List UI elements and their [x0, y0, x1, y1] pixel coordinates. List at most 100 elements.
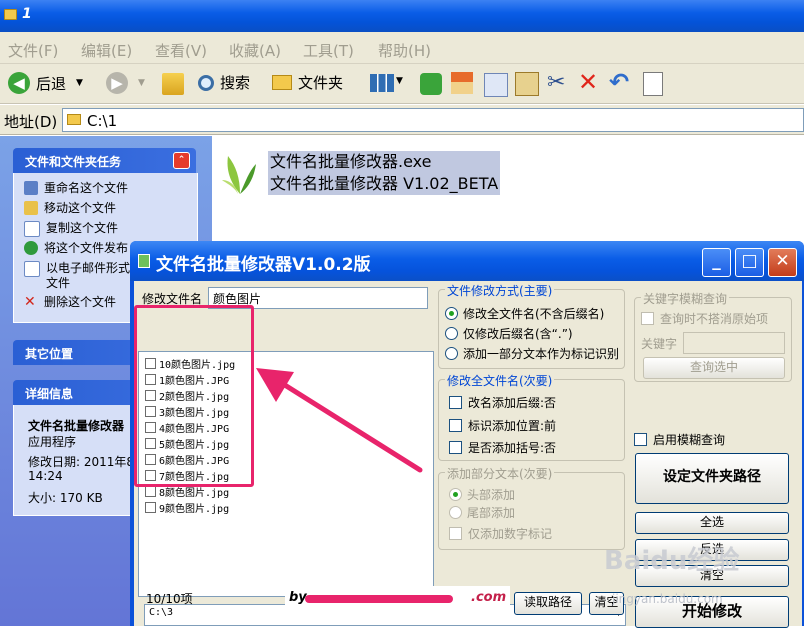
partial-text-group: 添加部分文本(次要) 头部添加 尾部添加 仅添加数字标记 [438, 465, 625, 550]
checkbox-match-original[interactable]: 查询时不搭消原始项 [641, 310, 768, 327]
checkbox-position[interactable]: 标识添加位置:前 [449, 417, 556, 434]
delete-icon[interactable]: ✕ [578, 68, 598, 96]
radio-extension-only[interactable]: 仅修改后缀名(含“.”) [445, 325, 573, 342]
checkbox-box [449, 419, 462, 432]
task-rename[interactable]: 重命名这个文件 [24, 181, 128, 196]
selected-file[interactable]: 文件名批量修改器.exe 文件名批量修改器 V1.02_BETA [268, 151, 501, 195]
up-folder-icon[interactable] [162, 73, 184, 95]
dropdown-arrow-icon: ▼ [76, 78, 83, 88]
address-path: C:\1 [87, 112, 118, 130]
checkbox-label: 是否添加括号:否 [468, 441, 557, 455]
checkbox-label: 启用模糊查询 [653, 433, 726, 447]
author-banner: by .com [285, 586, 510, 612]
rename-icon [24, 181, 38, 195]
radio-dot [449, 506, 462, 519]
menu-favorites[interactable]: 收藏(A) [229, 40, 281, 61]
maximize-button[interactable]: □ [735, 248, 764, 277]
full-rename-group: 修改全文件名(次要) 改名添加后缀:否 标识添加位置:前 是否添加括号:否 [438, 372, 625, 461]
other-places-title: 其它位置 [25, 347, 74, 361]
menu-edit[interactable]: 编辑(E) [81, 40, 132, 61]
keyword-input[interactable] [683, 332, 785, 354]
read-path-button[interactable]: 读取路径 [514, 592, 582, 615]
views-icon[interactable] [370, 74, 394, 92]
radio-tail[interactable]: 尾部添加 [449, 504, 515, 521]
move-icon [24, 201, 38, 215]
redaction-mark [305, 595, 453, 603]
delete-icon: ✕ [24, 294, 36, 310]
close-button[interactable]: ✕ [768, 248, 797, 277]
radio-label: 仅修改后缀名(含“.”) [463, 327, 573, 341]
dropdown-arrow-icon[interactable]: ▼ [396, 76, 403, 86]
list-item-label: 9颜色图片.jpg [159, 504, 230, 515]
task-label: 重命名这个文件 [44, 181, 129, 195]
select-all-button[interactable]: 全选 [635, 512, 789, 534]
task-email[interactable]: 以电子邮件形式 文件 [24, 261, 130, 291]
checkbox-fuzzy-search[interactable]: 启用模糊查询 [634, 431, 725, 448]
checkbox-add-suffix[interactable]: 改名添加后缀:否 [449, 394, 556, 411]
properties-icon[interactable] [643, 72, 663, 96]
full-rename-title: 修改全文件名(次要) [445, 372, 555, 389]
query-selected-button[interactable]: 查询选中 [643, 357, 785, 379]
keyword-label: 关键字 [641, 337, 678, 351]
back-label: 后退 [36, 74, 67, 93]
address-label: 地址(D) [4, 113, 58, 131]
checkbox[interactable] [145, 486, 156, 497]
task-move[interactable]: 移动这个文件 [24, 201, 116, 216]
folder-icon [67, 114, 81, 125]
watermark-url: jingyan.baidu.com [612, 592, 723, 606]
radio-head[interactable]: 头部添加 [449, 486, 515, 503]
paste-icon[interactable] [515, 72, 539, 96]
details-modified: 修改日期: 2011年8 [28, 455, 135, 469]
task-label: 以电子邮件形式 [46, 261, 131, 275]
checkbox-brackets[interactable]: 是否添加括号:否 [449, 439, 556, 456]
cut-icon[interactable]: ✂ [547, 70, 565, 95]
checkbox[interactable] [145, 502, 156, 513]
window-title: 1 [22, 6, 32, 22]
task-label: 将这个文件发布 [44, 241, 129, 255]
tasks-panel-header[interactable]: 文件和文件夹任务 ⌃ [13, 148, 196, 173]
menu-tools[interactable]: 工具(T) [303, 40, 354, 61]
search-button[interactable]: 搜索 [198, 72, 250, 93]
menu-help[interactable]: 帮助(H) [378, 40, 431, 61]
home-icon[interactable] [451, 72, 473, 94]
explorer-title-bar: 1 [0, 0, 804, 32]
folders-label: 文件夹 [298, 74, 344, 92]
checkbox-label: 查询时不搭消原始项 [660, 312, 769, 326]
folders-button[interactable]: 文件夹 [272, 72, 343, 93]
tasks-panel-title: 文件和文件夹任务 [25, 155, 122, 169]
address-field[interactable]: C:\1 [62, 108, 804, 132]
undo-icon[interactable]: ↶ [609, 68, 629, 96]
back-button[interactable]: ◀ 后退 ▼ [8, 72, 83, 94]
app-icon [138, 254, 150, 268]
task-delete[interactable]: ✕ 删除这个文件 [24, 295, 116, 310]
email-icon [24, 261, 40, 277]
menu-view[interactable]: 查看(V) [155, 40, 207, 61]
globe-icon [24, 241, 38, 255]
task-label: 移动这个文件 [44, 201, 117, 215]
radio-full-name[interactable]: 修改全文件名(不含后缀名) [445, 305, 604, 322]
checkbox-number-only[interactable]: 仅添加数字标记 [449, 525, 552, 542]
radio-add-text[interactable]: 添加一部分文本作为标记识别 [445, 345, 619, 362]
task-publish[interactable]: 将这个文件发布 [24, 241, 128, 256]
sync-icon[interactable] [420, 73, 442, 95]
task-copy[interactable]: 复制这个文件 [24, 221, 118, 237]
details-name: 文件名批量修改器 [28, 419, 125, 433]
details-title: 详细信息 [25, 387, 74, 401]
keyword-group: 关键字模糊查询 查询时不搭消原始项 关键字 查询选中 [634, 290, 792, 382]
renamer-title: 文件名批量修改器V1.0.2版 [156, 255, 371, 275]
details-size: 大小: 170 KB [28, 491, 103, 505]
details-time: 14:24 [28, 469, 63, 483]
collapse-icon[interactable]: ⌃ [173, 152, 190, 169]
menu-file[interactable]: 文件(F) [8, 40, 58, 61]
list-item[interactable]: 9颜色图片.jpg [145, 500, 229, 515]
forward-button[interactable]: ▶ ▼ [106, 72, 145, 94]
set-folder-path-button[interactable]: 设定文件夹路径 [635, 453, 789, 504]
copy-to-icon[interactable] [484, 73, 508, 97]
checkbox-label: 仅添加数字标记 [468, 527, 553, 541]
file-name: 文件名批量修改器.exe [270, 152, 432, 171]
watermark: Baidu经验 [604, 546, 740, 576]
annotation-arrow-icon [256, 368, 423, 473]
app-file-icon[interactable] [220, 152, 260, 196]
partial-text-title: 添加部分文本(次要) [445, 465, 555, 482]
minimize-button[interactable]: _ [702, 248, 731, 277]
